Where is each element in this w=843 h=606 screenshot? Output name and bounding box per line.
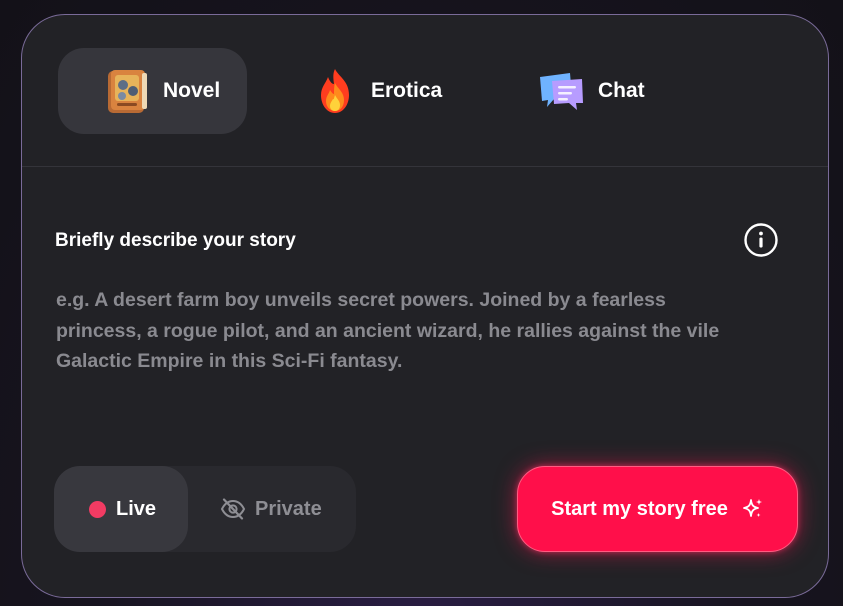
visibility-option-label: Private	[255, 497, 322, 520]
tab-label: Chat	[598, 79, 645, 102]
live-dot-icon	[89, 500, 106, 518]
visibility-option-label: Live	[116, 497, 157, 520]
book-emoji-icon	[108, 70, 147, 113]
story-description-label: Briefly describe your story	[55, 230, 296, 251]
tab-erotica[interactable]: Erotica	[303, 48, 473, 134]
eye-off-icon	[220, 498, 246, 520]
story-generator-card: Novel Erotica Chat Briefly describe your…	[21, 14, 829, 598]
tab-label: Erotica	[371, 79, 443, 102]
chat-bubbles-emoji-icon	[540, 73, 583, 110]
visibility-live-option[interactable]: Live	[54, 466, 188, 552]
sparkle-icon	[742, 499, 762, 517]
genre-tabs: Novel Erotica Chat	[22, 15, 828, 167]
tab-chat[interactable]: Chat	[532, 48, 682, 134]
start-story-label: Start my story free	[551, 497, 728, 520]
start-story-button[interactable]: Start my story free	[517, 466, 798, 552]
visibility-private-option[interactable]: Private	[188, 466, 356, 552]
fire-emoji-icon	[321, 69, 349, 113]
tab-label: Novel	[163, 79, 221, 102]
tab-novel[interactable]: Novel	[58, 48, 247, 134]
info-icon[interactable]	[743, 222, 779, 258]
visibility-toggle: Live Private	[54, 466, 356, 552]
story-description-input[interactable]	[56, 285, 756, 405]
